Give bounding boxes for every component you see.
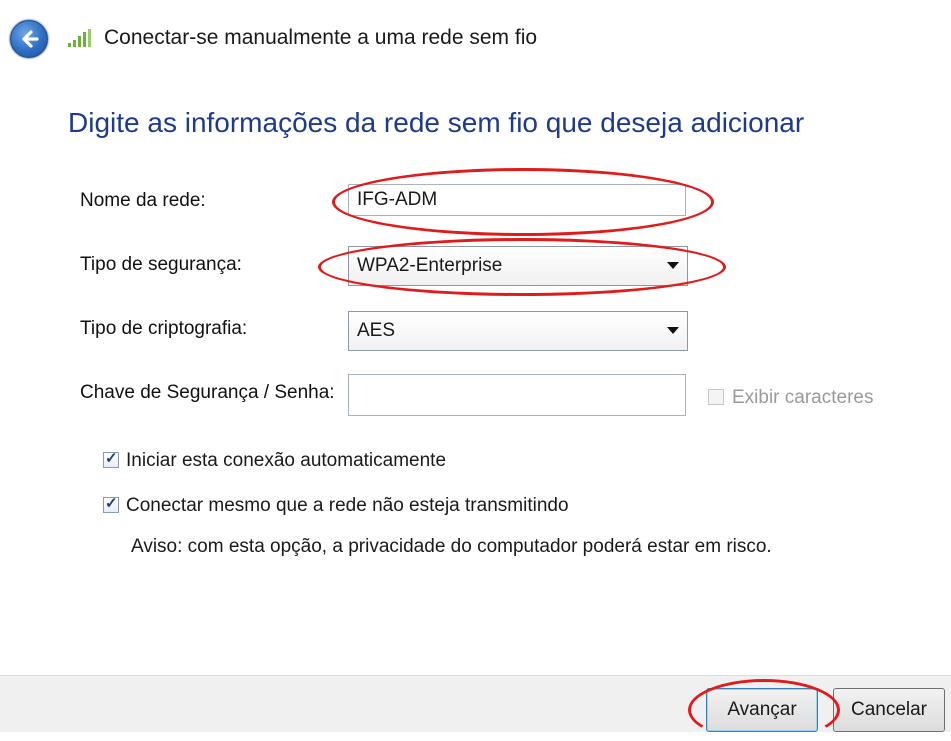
auto-start-checkbox[interactable] (103, 449, 119, 468)
security-type-label: Tipo de segurança: (80, 254, 242, 275)
security-type-value: WPA2-Enterprise (357, 255, 503, 276)
page-heading: Digite as informações da rede sem fio qu… (68, 107, 805, 138)
auto-start-label: Iniciar esta conexão automaticamente (126, 450, 447, 471)
window-title: Conectar-se manualmente a uma rede sem f… (104, 26, 538, 49)
cancel-button[interactable]: Cancelar (833, 688, 945, 732)
chevron-down-icon (667, 262, 679, 269)
button-bar: Avançar Cancelar (0, 675, 951, 732)
connect-hidden-checkbox[interactable] (103, 494, 119, 513)
title-bar: Conectar-se manualmente a uma rede sem f… (0, 0, 951, 82)
wifi-signal-icon (68, 29, 91, 47)
encryption-type-label: Tipo de criptografia: (80, 318, 248, 339)
privacy-warning-text: Aviso: com esta opção, a privacidade do … (131, 536, 772, 557)
network-name-input[interactable]: IFG-ADM (348, 184, 686, 216)
network-name-label: Nome da rede: (80, 190, 206, 211)
next-button[interactable]: Avançar (706, 688, 818, 732)
security-key-input[interactable] (348, 374, 686, 416)
encryption-type-select[interactable]: AES (348, 311, 688, 351)
chevron-down-icon (667, 327, 679, 334)
show-characters-label: Exibir caracteres (732, 387, 874, 408)
security-type-select[interactable]: WPA2-Enterprise (348, 246, 688, 286)
encryption-type-value: AES (357, 320, 396, 341)
back-arrow-icon[interactable] (10, 20, 48, 58)
show-characters-checkbox[interactable] (708, 389, 724, 405)
connect-hidden-label: Conectar mesmo que a rede não esteja tra… (126, 495, 569, 516)
security-key-label: Chave de Segurança / Senha: (80, 382, 335, 403)
